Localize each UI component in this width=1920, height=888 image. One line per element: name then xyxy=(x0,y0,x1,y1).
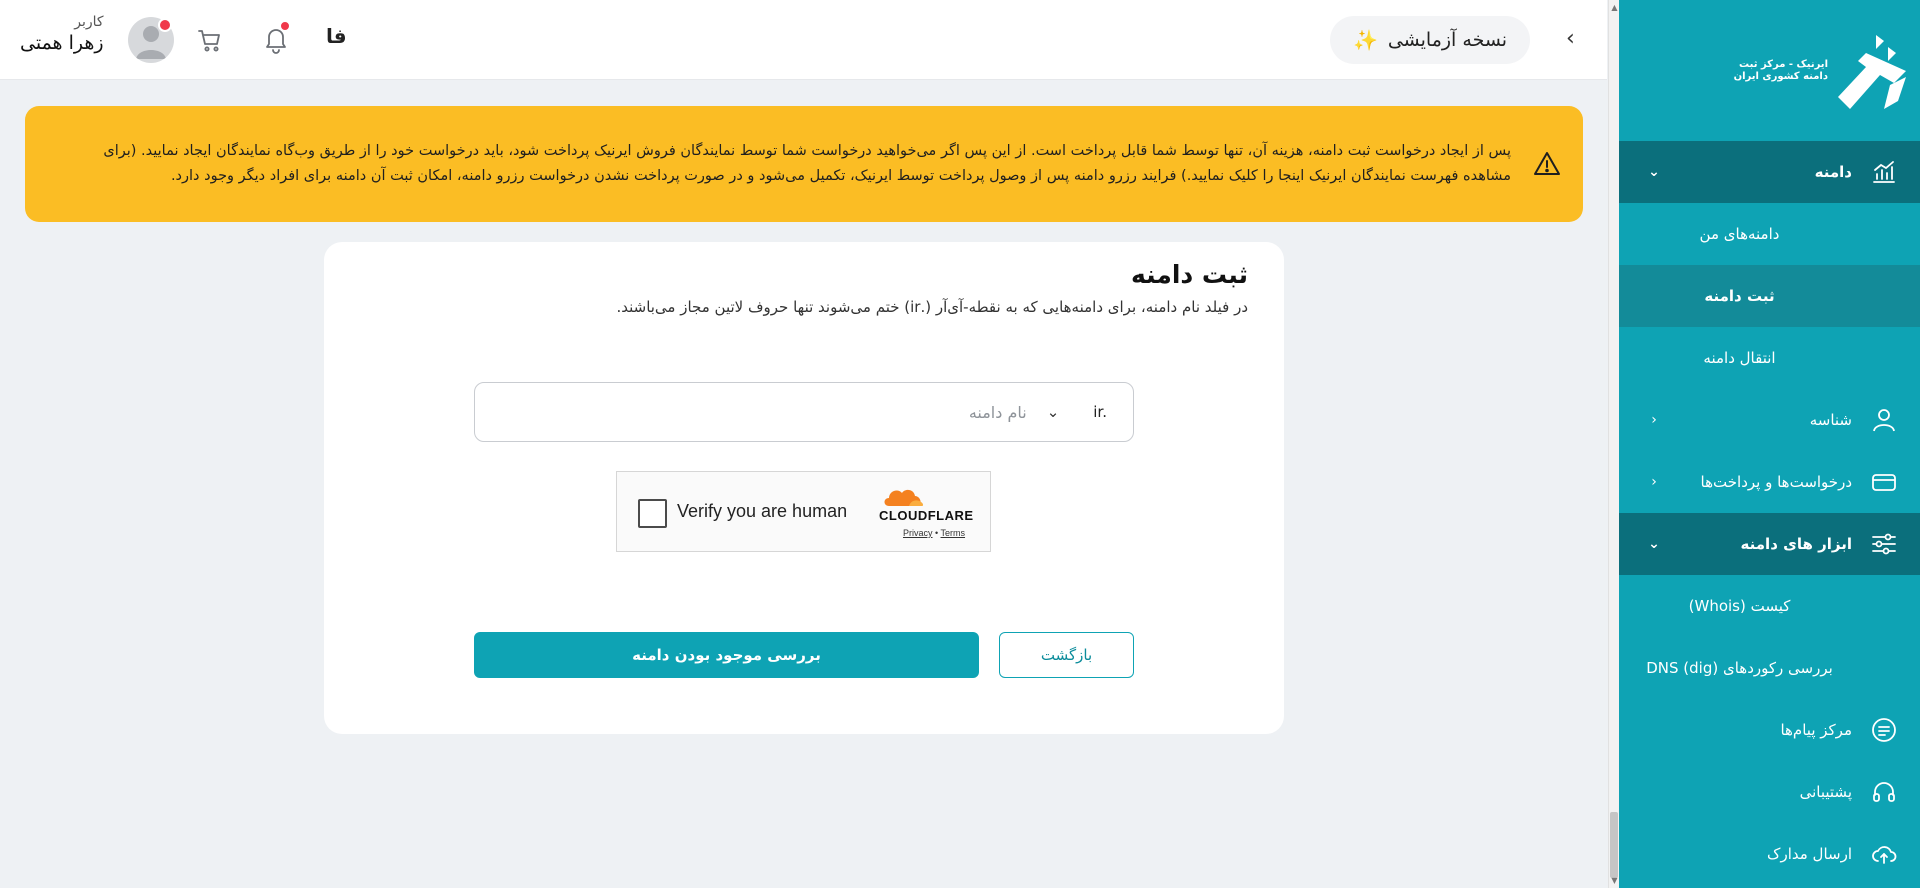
user-role: کاربر xyxy=(74,14,104,30)
back-button[interactable]: بازگشت xyxy=(999,632,1134,678)
sidebar-item-messages[interactable]: مرکز پیام‌ها xyxy=(1619,699,1920,761)
upload-cloud-icon xyxy=(1870,840,1898,868)
sidebar-item-support[interactable]: پشتیبانی xyxy=(1619,761,1920,823)
sidebar-item-label: بررسی رکوردهای DNS (dig) xyxy=(1646,659,1833,677)
sidebar-item-send-documents[interactable]: ارسال مدارک xyxy=(1619,823,1920,885)
notification-badge xyxy=(279,20,291,32)
headset-icon xyxy=(1870,778,1898,806)
logo-text: ایرنیک - مرکز ثبت دامنه کشوری ایران xyxy=(1734,59,1828,83)
link-separator: • xyxy=(935,528,939,538)
sidebar-item-requests-payments[interactable]: درخواست‌ها و پرداخت‌ها ‹ xyxy=(1619,451,1920,513)
sidebar-item-dns-dig[interactable]: بررسی رکوردهای DNS (dig) xyxy=(1619,637,1920,699)
sidebar-item-label: پشتیبانی xyxy=(1799,783,1852,801)
warning-banner: پس از ایجاد درخواست ثبت دامنه، هزینه آن،… xyxy=(25,106,1583,222)
sidebar-item-label: دامنه xyxy=(1814,163,1852,181)
sidebar-item-label: کیست (Whois) xyxy=(1688,597,1791,615)
language-switch[interactable]: فا xyxy=(326,24,347,48)
tld-value: ir. xyxy=(1093,403,1107,421)
sidebar-item-label: دامنه‌های من xyxy=(1699,225,1780,243)
chevron-left-icon[interactable]: ‹ xyxy=(1566,26,1575,51)
user-info[interactable]: کاربر زهرا همتی xyxy=(20,14,104,54)
sidebar-item-domain-tools[interactable]: ابزار های دامنه ⌄ xyxy=(1619,513,1920,575)
sidebar-item-label: مرکز پیام‌ها xyxy=(1780,721,1852,739)
page-title: ثبت دامنه xyxy=(1130,260,1248,289)
captcha-widget: Verify you are human CLOUDFLARE Privacy … xyxy=(616,471,991,552)
sidebar-item-label: ارسال مدارک xyxy=(1767,845,1852,863)
sidebar-item-whois[interactable]: کیست (Whois) xyxy=(1619,575,1920,637)
top-bar: کاربر زهرا همتی فا نسخه آزمایشی ✨ ‹ xyxy=(0,0,1607,80)
logo-line-1: ایرنیک - مرکز ثبت xyxy=(1739,58,1828,70)
user-icon xyxy=(1870,406,1898,434)
chevron-left-icon: ‹ xyxy=(1651,474,1657,490)
sidebar-item-my-domains[interactable]: دامنه‌های من xyxy=(1619,203,1920,265)
sidebar-item-label: شناسه xyxy=(1809,411,1852,429)
warning-text: پس از ایجاد درخواست ثبت دامنه، هزینه آن،… xyxy=(103,143,1511,184)
card-icon xyxy=(1870,468,1898,496)
message-icon xyxy=(1870,716,1898,744)
sidebar-item-label: ابزار های دامنه xyxy=(1740,535,1852,553)
chevron-left-icon: ‹ xyxy=(1651,412,1657,428)
chevron-down-icon: ⌄ xyxy=(1648,164,1660,180)
sidebar-item-label: انتقال دامنه xyxy=(1703,349,1776,367)
irnic-logo-mark xyxy=(1838,34,1906,109)
user-name: زهرا همتی xyxy=(20,32,104,54)
tld-select[interactable]: ⌄ ir. xyxy=(1047,383,1133,441)
sidebar-item-label: ثبت دامنه xyxy=(1704,287,1775,305)
warning-triangle-icon xyxy=(1534,152,1560,175)
captcha-checkbox[interactable] xyxy=(638,499,667,528)
irnic-logo[interactable]: ایرنیک - مرکز ثبت دامنه کشوری ایران xyxy=(1619,0,1920,141)
chevron-down-icon: ⌄ xyxy=(1046,403,1060,421)
cloudflare-cloud-icon xyxy=(884,489,924,506)
cart-icon[interactable] xyxy=(196,26,224,54)
sidebar-item-register-domain[interactable]: ثبت دامنه xyxy=(1619,265,1920,327)
captcha-label: Verify you are human xyxy=(677,501,848,521)
chevron-down-icon: ⌄ xyxy=(1648,536,1660,552)
domain-field: ⌄ ir. xyxy=(474,382,1134,442)
sparkles-icon: ✨ xyxy=(1352,28,1378,52)
avatar-status-badge xyxy=(158,18,172,32)
cloudflare-brand: CLOUDFLARE xyxy=(879,508,974,523)
page-scrollbar[interactable]: ▲ ▼ xyxy=(1608,0,1619,888)
sidebar-item-domain[interactable]: دامنه ⌄ xyxy=(1619,141,1920,203)
sidebar-item-label: درخواست‌ها و پرداخت‌ها xyxy=(1700,473,1852,491)
register-domain-card: ثبت دامنه در فیلد نام دامنه، برای دامنه‌… xyxy=(324,242,1284,734)
check-availability-button[interactable]: بررسی موجود بودن دامنه xyxy=(474,632,979,678)
terms-link[interactable]: Terms xyxy=(941,528,966,538)
trial-label: نسخه آزمایشی xyxy=(1387,29,1508,51)
domain-name-input[interactable] xyxy=(475,383,1047,441)
scroll-thumb[interactable] xyxy=(1610,812,1618,878)
logo-line-2: دامنه کشوری ایران xyxy=(1733,70,1828,82)
sidebar-item-identity[interactable]: شناسه ‹ xyxy=(1619,389,1920,451)
chart-icon xyxy=(1870,158,1898,186)
trial-version-badge[interactable]: نسخه آزمایشی ✨ xyxy=(1330,16,1530,64)
sidebar-item-transfer-domain[interactable]: انتقال دامنه xyxy=(1619,327,1920,389)
privacy-link[interactable]: Privacy xyxy=(903,528,933,538)
sidebar: ایرنیک - مرکز ثبت دامنه کشوری ایران دامن… xyxy=(1619,0,1920,888)
form-description: در فیلد نام دامنه، برای دامنه‌هایی که به… xyxy=(616,298,1248,316)
captcha-links: Privacy • Terms xyxy=(903,528,965,538)
sliders-icon xyxy=(1870,530,1898,558)
